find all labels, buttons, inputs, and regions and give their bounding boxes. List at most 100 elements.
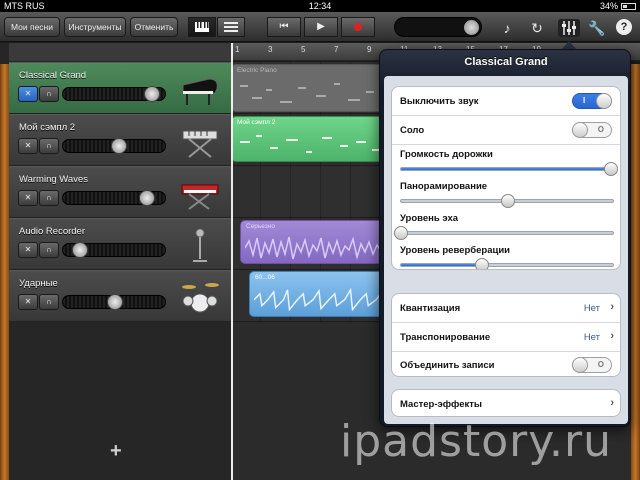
switch-mark: I: [583, 96, 586, 105]
record-dot-icon: [354, 23, 362, 31]
slider-knob[interactable]: [394, 226, 408, 240]
region-drums[interactable]: 60...06: [249, 271, 391, 317]
solo-switch[interactable]: O: [572, 122, 612, 138]
track-volume-slider[interactable]: [62, 138, 166, 154]
track-volume-knob[interactable]: [143, 86, 160, 102]
reverb-label: Уровень реверберации: [400, 245, 511, 256]
drum-kit-icon: [182, 283, 219, 313]
slider-knob[interactable]: [501, 194, 515, 208]
undo-button[interactable]: Отменить: [130, 17, 178, 37]
popover-title: Classical Grand: [464, 56, 548, 68]
quantize-value: Нет: [583, 303, 600, 314]
region-audio-recorder[interactable]: Серьезно: [240, 220, 390, 264]
master-volume-slider[interactable]: [394, 17, 482, 37]
track-volume-knob[interactable]: [107, 294, 123, 310]
mute-switch[interactable]: I: [572, 93, 612, 109]
slider-fill: [401, 168, 611, 170]
slider-knob[interactable]: [603, 162, 618, 176]
quantize-row[interactable]: Квантизация Нет ›: [392, 294, 620, 322]
toolbar: Мои песни Инструменты Отменить ⏮ ▶ ♪ ↻ 🔧: [0, 12, 640, 42]
track-name: Мой сэмпл 2: [19, 122, 76, 133]
ruler-bar-number: 3: [268, 45, 273, 54]
solo-headphones-icon[interactable]: ∩: [39, 190, 59, 206]
slider-knob[interactable]: [475, 258, 490, 269]
transpose-label: Транспонирование: [400, 332, 491, 343]
solo-row: Соло O: [392, 116, 620, 144]
mute-row: Выключить звук I: [392, 87, 620, 115]
track-volume-knob[interactable]: [138, 190, 155, 206]
my-songs-button[interactable]: Мои песни: [4, 17, 60, 37]
switch-mark: O: [597, 125, 604, 134]
microphone-icon: [193, 228, 207, 262]
echo-label: Уровень эха: [400, 213, 459, 224]
metronome-icon[interactable]: ♪: [496, 19, 518, 37]
track-header[interactable]: Classical Grand ✕ ∩: [9, 62, 231, 114]
solo-headphones-icon[interactable]: ∩: [39, 86, 59, 102]
mute-button[interactable]: ✕: [18, 138, 38, 154]
echo-slider[interactable]: [394, 226, 614, 240]
midi-notes: [240, 135, 380, 153]
tracks-view-icon[interactable]: [217, 17, 245, 37]
track-settings-popover: Classical Grand Выключить звук I Соло O …: [379, 49, 631, 427]
track-volume-slider[interactable]: [400, 162, 618, 176]
mute-button[interactable]: ✕: [18, 294, 38, 310]
pan-slider[interactable]: [400, 194, 614, 208]
mute-button[interactable]: ✕: [18, 190, 38, 206]
transpose-row[interactable]: Транспонирование Нет ›: [392, 323, 620, 351]
switch-thumb: [596, 93, 612, 109]
track-header[interactable]: Мой сэмпл 2 ✕ ∩: [9, 114, 231, 166]
track-header[interactable]: Ударные ✕ ∩: [9, 270, 231, 322]
quantize-label: Квантизация: [400, 303, 461, 314]
keyboard-icon[interactable]: [188, 17, 216, 37]
help-icon[interactable]: ?: [616, 19, 632, 35]
region-label: Мой сэмпл 2: [237, 119, 276, 126]
track-volume-slider[interactable]: [62, 190, 166, 206]
clock: 12:34: [308, 1, 332, 11]
rewind-button[interactable]: ⏮: [267, 17, 301, 37]
record-button[interactable]: [341, 17, 375, 37]
region-label: 60...06: [255, 274, 275, 281]
track-options-group: Квантизация Нет › Транспонирование Нет ›…: [391, 293, 621, 377]
solo-headphones-icon[interactable]: ∩: [39, 138, 59, 154]
reverb-slider[interactable]: [400, 258, 614, 269]
track-name: Ударные: [19, 278, 58, 289]
play-button[interactable]: ▶: [304, 17, 338, 37]
track-header[interactable]: Audio Recorder ✕ ∩: [9, 218, 231, 270]
midi-notes: [240, 83, 374, 103]
loop-icon[interactable]: ↻: [526, 19, 548, 37]
popover-body: Выключить звук I Соло O Громкость дорожк…: [384, 76, 628, 424]
chevron-right-icon: ›: [610, 397, 614, 409]
master-volume-knob[interactable]: [464, 20, 479, 35]
mixer-icon[interactable]: [558, 19, 580, 37]
region-my-sample-2[interactable]: Мой сэмпл 2: [231, 116, 391, 162]
add-track-button[interactable]: +: [110, 440, 122, 463]
master-effects-row[interactable]: Мастер-эффекты ›: [392, 390, 620, 416]
solo-label: Соло: [400, 125, 425, 136]
track-volume-knob[interactable]: [71, 242, 88, 258]
playhead[interactable]: [231, 43, 233, 480]
track-volume-slider[interactable]: [62, 242, 166, 258]
watermark: ipadstory.ru: [340, 416, 612, 467]
track-volume-knob[interactable]: [110, 138, 127, 154]
instruments-button[interactable]: Инструменты: [64, 17, 126, 37]
region-classical-grand[interactable]: Electric Piano: [231, 64, 391, 112]
garageband-screen: MTS RUS 12:34 34% Мои песни Инструменты …: [0, 0, 640, 480]
solo-headphones-icon[interactable]: ∩: [39, 294, 59, 310]
track-header[interactable]: Warming Waves ✕ ∩: [9, 166, 231, 218]
merge-switch[interactable]: O: [572, 357, 612, 373]
wood-panel-right: [631, 64, 640, 480]
solo-headphones-icon[interactable]: ∩: [39, 242, 59, 258]
region-label: Electric Piano: [237, 67, 277, 74]
status-bar: MTS RUS 12:34 34%: [0, 0, 640, 12]
track-volume-slider[interactable]: [62, 294, 166, 310]
settings-wrench-icon[interactable]: 🔧: [586, 19, 608, 37]
mute-button[interactable]: ✕: [18, 86, 38, 102]
track-volume-slider[interactable]: [62, 86, 166, 102]
merge-row: Объединить записи O: [392, 352, 620, 376]
mute-button[interactable]: ✕: [18, 242, 38, 258]
mute-label: Выключить звук: [400, 96, 479, 107]
ruler-bar-number: 7: [334, 45, 339, 54]
track-name: Audio Recorder: [19, 226, 86, 237]
master-effects-group: Мастер-эффекты ›: [391, 389, 621, 417]
grand-piano-icon: [182, 78, 218, 105]
